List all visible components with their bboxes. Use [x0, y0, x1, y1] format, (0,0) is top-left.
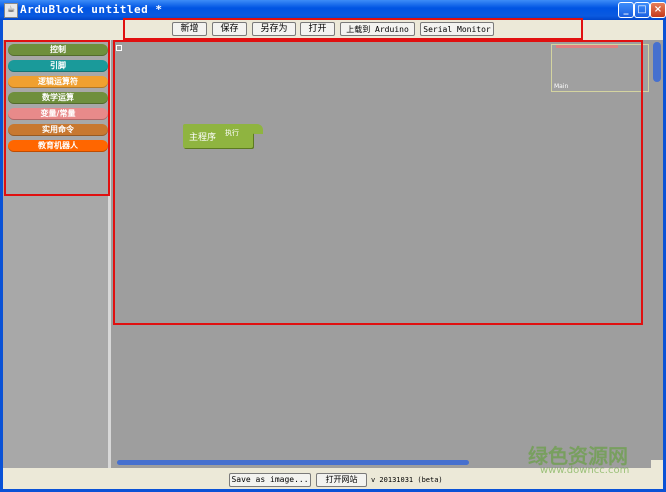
save-as-image-button[interactable]: Save as image... [229, 473, 311, 487]
new-button[interactable]: 新增 [172, 22, 207, 36]
category-variables[interactable]: 变量/常量 [8, 108, 108, 120]
title-bar[interactable]: ☕ ArduBlock untitled * _ □ × [0, 0, 666, 20]
minimize-button[interactable]: _ [618, 2, 634, 18]
open-website-button[interactable]: 打开网站 [316, 473, 367, 487]
close-button[interactable]: × [650, 2, 666, 18]
serial-monitor-button[interactable]: Serial Monitor [420, 22, 494, 36]
vertical-scroll-thumb[interactable] [653, 42, 661, 82]
main-block-label: 主程序 [189, 133, 217, 143]
minimap-viewport[interactable] [556, 45, 618, 48]
block-connector [249, 124, 263, 134]
watermark-url: www.downcc.com [540, 465, 630, 476]
horizontal-scroll-thumb[interactable] [117, 460, 469, 465]
save-button[interactable]: 保存 [212, 22, 247, 36]
window-title: ArduBlock untitled * [20, 3, 163, 16]
category-edu-robot[interactable]: 教育机器人 [8, 140, 108, 152]
category-logic[interactable]: 逻辑运算符 [8, 76, 108, 88]
category-utilities[interactable]: 实用命令 [8, 124, 108, 136]
maximize-button[interactable]: □ [634, 2, 650, 18]
save-as-button[interactable]: 另存为 [252, 22, 296, 36]
watermark: 绿色资源网 www.downcc.com [528, 440, 648, 480]
canvas-corner-marker [116, 45, 122, 51]
minimap-label: Main [554, 83, 569, 90]
app-icon: ☕ [4, 3, 18, 18]
category-math[interactable]: 数学运算 [8, 92, 108, 104]
vertical-scrollbar[interactable] [651, 40, 663, 460]
minimap[interactable]: Main [551, 44, 649, 92]
category-control[interactable]: 控制 [8, 44, 108, 56]
open-button[interactable]: 打开 [300, 22, 335, 36]
main-program-block[interactable]: 主程序 执行 [183, 124, 263, 148]
exec-socket-label: 执行 [225, 129, 239, 137]
block-palette[interactable]: 控制 引脚 逻辑运算符 数学运算 变量/常量 实用命令 教育机器人 [3, 40, 112, 468]
workspace-canvas[interactable] [111, 40, 651, 460]
category-pins[interactable]: 引脚 [8, 60, 108, 72]
upload-arduino-button[interactable]: 上载到 Arduino [340, 22, 415, 36]
version-label: v 20131031 (beta) [371, 476, 443, 484]
